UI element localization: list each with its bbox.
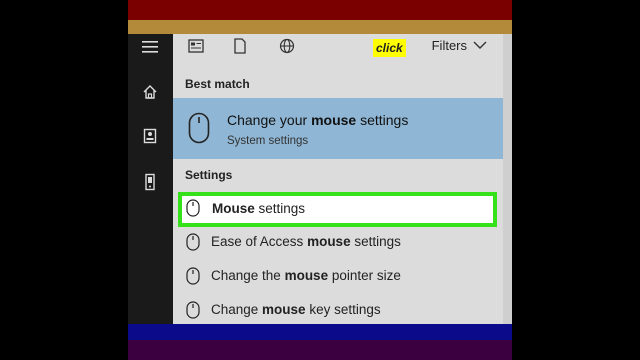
list-item-ease-of-access-mouse[interactable]: Ease of Access mouse settings [173,225,503,259]
search-results-panel: click Filters Best match Change your mou… [173,34,503,324]
list-item-mouse-keys[interactable]: Change mouse key settings [173,293,503,327]
video-frame: click Filters Best match Change your mou… [128,0,512,360]
chevron-down-icon [473,38,487,53]
start-sidebar [128,34,173,324]
doc-text-icon[interactable] [187,37,205,55]
hamburger-menu-icon[interactable] [141,38,159,56]
filters-label: Filters [431,38,467,53]
mouse-icon [186,267,200,285]
settings-heading: Settings [185,168,233,182]
list-item-label: Ease of Access mouse settings [211,234,401,249]
list-item-mouse-settings[interactable]: Mouse settings [178,192,497,227]
bottom-band [128,324,512,340]
globe-icon[interactable] [278,37,296,55]
top-band-gold [128,20,512,34]
best-match-heading: Best match [185,77,250,91]
list-item-label: Change the mouse pointer size [211,268,401,283]
mouse-icon [186,199,200,217]
click-annotation: click [373,39,406,57]
filters-dropdown[interactable]: Filters [432,38,487,53]
home-icon[interactable] [141,83,159,101]
mouse-icon [186,301,200,319]
top-band [128,0,512,20]
best-match-subtitle: System settings [227,135,309,147]
device-icon[interactable] [141,173,159,191]
bottom-band-purple [128,340,512,360]
best-match-title: Change your mouse settings [227,112,409,128]
mouse-icon [186,233,200,251]
list-item-label: Change mouse key settings [211,302,381,317]
scrollbar[interactable] [503,34,512,324]
screen: click Filters Best match Change your mou… [0,0,640,360]
documents-icon[interactable] [141,127,159,145]
mouse-icon [188,112,210,149]
list-item-pointer-size[interactable]: Change the mouse pointer size [173,259,503,293]
document-icon[interactable] [231,37,249,55]
best-match-result[interactable]: Change your mouse settings System settin… [173,98,503,159]
list-item-label: Mouse settings [212,201,306,216]
